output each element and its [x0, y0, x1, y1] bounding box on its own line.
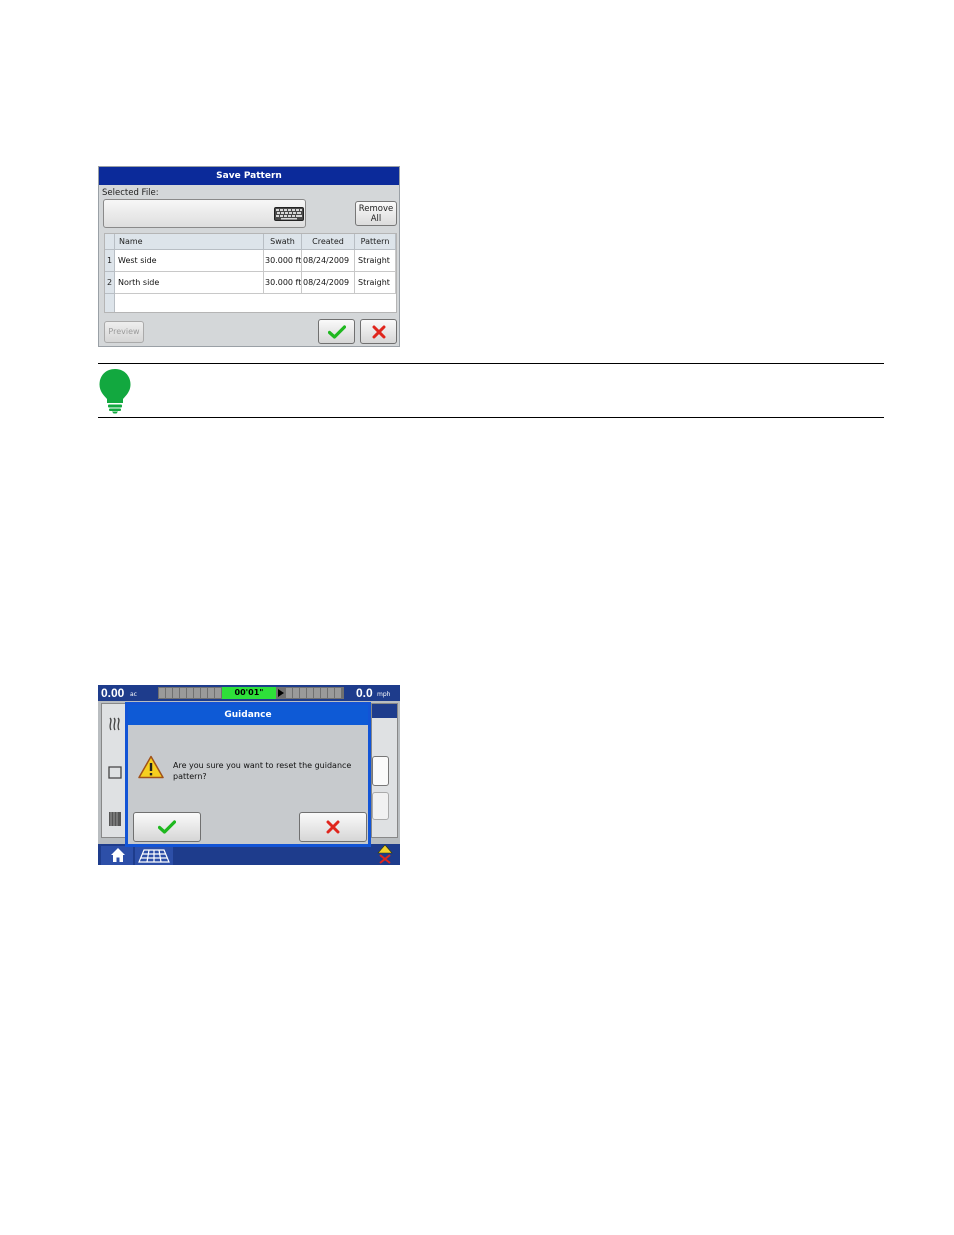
remove-all-label-line1: Remove [358, 204, 394, 214]
cell-pattern: Straight [355, 272, 396, 294]
panel-button[interactable] [372, 792, 389, 820]
cell-swath: 30.000 ft [264, 272, 302, 294]
guidance-pattern-icon[interactable] [108, 716, 122, 732]
lightbar-segment [328, 688, 334, 698]
lightbar-segment [180, 688, 186, 698]
right-tool-panel [371, 703, 398, 838]
lightbar-offset-readout: 00'01" [222, 687, 276, 699]
x-icon [326, 820, 340, 834]
guidance-confirm-dialog: Guidance Are you sure you want to reset … [125, 702, 371, 847]
lightbar-segment [159, 688, 165, 698]
warning-icon [138, 755, 164, 779]
row-number-header [105, 234, 115, 250]
lightbulb-icon [99, 369, 131, 414]
lightbar-segment [201, 688, 207, 698]
cancel-button[interactable] [299, 812, 367, 842]
lightbar-segment [307, 688, 313, 698]
area-value: 0.00 [101, 686, 125, 700]
window-title: Save Pattern [99, 167, 399, 185]
column-header-created[interactable]: Created [302, 234, 355, 250]
lightbar-segment [194, 688, 200, 698]
lightbar-segment [314, 688, 320, 698]
pattern-table: Name Swath Created Pattern 1 West side 3… [104, 233, 397, 313]
steer-right-arrow-icon [278, 689, 284, 697]
lightbar: 00'01" [158, 687, 344, 699]
left-tool-panel [101, 703, 127, 838]
row-number-filler [105, 294, 115, 312]
home-icon [111, 848, 125, 862]
lightbar-segment [286, 688, 292, 698]
preview-button[interactable]: Preview [104, 321, 144, 343]
implement-icon[interactable] [107, 810, 123, 828]
lightbar-segment [321, 688, 327, 698]
boundary-icon[interactable] [107, 764, 123, 780]
field-grid-button[interactable] [135, 846, 173, 865]
cell-name: North side [115, 272, 264, 294]
lightbar-segment [173, 688, 179, 698]
cell-name: West side [115, 250, 264, 272]
dialog-title: Guidance [128, 705, 368, 725]
lightbar-segment [166, 688, 172, 698]
checkmark-icon [327, 324, 346, 339]
area-unit: ac [130, 691, 137, 698]
speed-value: 0.0 [356, 686, 373, 700]
row-number: 1 [105, 250, 115, 272]
field-grid-icon [138, 849, 170, 863]
selected-file-label: Selected File: [102, 188, 159, 198]
gps-status-icon[interactable] [377, 844, 393, 864]
checkmark-icon [158, 820, 176, 834]
ok-button[interactable] [133, 812, 201, 842]
lightbar-segment [293, 688, 299, 698]
panel-button[interactable] [372, 756, 389, 786]
column-header-swath[interactable]: Swath [264, 234, 302, 250]
lightbar-segment [335, 688, 341, 698]
speed-unit: mph [377, 691, 391, 698]
note-top-rule [98, 363, 884, 364]
status-bar: 0.00 ac 00'01" 0.0 mph [98, 685, 400, 701]
guidance-screen: 0.00 ac 00'01" 0.0 mph Guidance Are you … [98, 685, 400, 865]
note-bottom-rule [98, 417, 884, 418]
cell-created: 08/24/2009 [302, 250, 355, 272]
row-number: 2 [105, 272, 115, 294]
column-header-pattern[interactable]: Pattern [355, 234, 396, 250]
lightbar-segment [187, 688, 193, 698]
home-button[interactable] [101, 846, 133, 865]
ok-button[interactable] [318, 319, 355, 344]
cell-pattern: Straight [355, 250, 396, 272]
lightbar-segment [208, 688, 214, 698]
save-pattern-window: Save Pattern Selected File: Remove All N… [98, 166, 400, 347]
remove-all-label-line2: All [370, 214, 382, 224]
keyboard-icon[interactable] [274, 207, 304, 221]
x-icon [372, 325, 385, 338]
lightbar-segment [215, 688, 221, 698]
remove-all-button[interactable]: Remove All [355, 201, 397, 226]
cell-created: 08/24/2009 [302, 272, 355, 294]
cancel-button[interactable] [360, 319, 397, 344]
selected-file-field[interactable] [103, 199, 306, 228]
lightbar-segment [300, 688, 306, 698]
column-header-name[interactable]: Name [115, 234, 264, 250]
panel-header [372, 704, 397, 718]
dialog-message: Are you sure you want to reset the guida… [173, 761, 352, 781]
bottom-nav-bar [98, 844, 400, 865]
cell-swath: 30.000 ft [264, 250, 302, 272]
